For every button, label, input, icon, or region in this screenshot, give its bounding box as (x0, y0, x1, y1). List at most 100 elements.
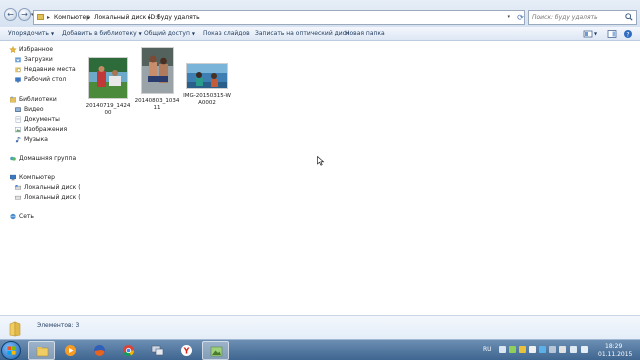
details-pane: Элементов: 3 (0, 315, 640, 339)
command-bar: Упорядочить ▼ Добавить в библиотеку ▼ Общи… (0, 27, 640, 41)
breadcrumb-computer[interactable]: Компьютер (54, 14, 90, 21)
photo-thumbnail-image (142, 48, 173, 93)
documents-library-icon (15, 116, 21, 123)
homegroup-icon (10, 156, 16, 161)
file-item[interactable]: 20140803_103411 (133, 47, 181, 111)
organize-menu[interactable]: Упорядочить ▼ (8, 30, 54, 37)
computer-icon (10, 174, 16, 181)
add-to-library-menu[interactable]: Добавить в библиотеку ▼ (62, 30, 142, 37)
forward-arrow-icon: → (21, 10, 28, 19)
explorer-icon (36, 347, 49, 357)
firefox-icon (94, 345, 105, 356)
start-button[interactable] (1, 341, 21, 360)
file-item[interactable]: IMG-20150315-WA0002 (183, 63, 231, 123)
nav-local-disk-d-label: Локальный диск (D (24, 194, 86, 201)
nav-computer-label: Компьютер (19, 174, 55, 181)
taskbar-firefox[interactable] (86, 341, 113, 360)
media-player-icon (65, 345, 76, 356)
chevron-right-icon[interactable]: ▸ (47, 14, 50, 21)
photo-thumbnail-image (89, 58, 127, 98)
pictures-library-icon (14, 127, 22, 133)
slideshow-button[interactable]: Показ слайдов (203, 30, 250, 37)
system-tray: RU 18:29 01.11.2015 (478, 340, 640, 360)
navigation-pane: Избранное Загрузки Недавние места Рабочи… (0, 41, 85, 315)
video-library-icon (15, 107, 21, 112)
photo-thumbnail-image (187, 64, 227, 88)
nav-local-disk-c-label: Локальный диск (C (24, 184, 85, 191)
clock-time[interactable]: 18:29 (605, 343, 622, 350)
desktop-icon (15, 77, 21, 83)
back-button[interactable]: ← (4, 8, 17, 21)
add-to-library-label: Добавить в библиотеку (62, 30, 137, 37)
refresh-icon: ⟳ (517, 13, 524, 22)
show-hidden-icons-icon[interactable] (499, 346, 506, 353)
search-input[interactable] (532, 13, 622, 22)
nav-downloads-label: Загрузки (24, 56, 53, 63)
tray-app-icon[interactable] (539, 346, 546, 353)
file-list[interactable]: 20140719_142400 20140803_103411 IMG-2015… (80, 41, 640, 315)
star-icon (9, 46, 17, 53)
organize-label: Упорядочить (8, 30, 49, 37)
photo-thumbnail (186, 63, 228, 89)
downloads-icon (15, 57, 21, 63)
chevron-right-icon[interactable]: ▸ (148, 14, 151, 21)
address-box[interactable]: ▸ Компьютер ▸ Локальный диск (D:) ▸ буду… (33, 10, 525, 25)
network-pc-icon (151, 345, 164, 356)
tray-app-icon[interactable] (509, 346, 516, 353)
taskbar-media-player[interactable] (57, 341, 84, 360)
language-indicator[interactable]: RU (483, 346, 492, 353)
chrome-icon (123, 345, 135, 357)
tray-app-icon[interactable] (529, 346, 536, 353)
drive-d-icon (14, 195, 22, 200)
tray-app-icon[interactable] (549, 346, 556, 353)
file-name: 20140719_142400 (85, 103, 131, 116)
chevron-down-icon: ▼ (138, 31, 142, 36)
address-row: ← → ▾ ▸ Компьютер ▸ Локальный диск (D:) … (0, 0, 640, 27)
nav-music-label: Музыка (24, 136, 48, 143)
file-name: IMG-20150315-WA0002 (183, 93, 231, 106)
nav-video-label: Видео (24, 106, 44, 113)
network-icon (10, 213, 16, 220)
taskbar-image-viewer[interactable] (202, 341, 229, 360)
clock-date[interactable]: 01.11.2015 (598, 351, 632, 358)
search-icon[interactable] (625, 13, 633, 21)
refresh-button[interactable]: ⟳ (515, 11, 526, 24)
chevron-down-icon: ▼ (50, 31, 55, 36)
preview-pane-icon[interactable] (607, 29, 617, 39)
taskbar-chrome[interactable] (115, 341, 142, 360)
photo-thumbnail (141, 47, 174, 94)
file-name: 20140803_103411 (134, 98, 180, 111)
new-folder-button[interactable]: Новая папка (345, 30, 385, 37)
network-status-icon[interactable] (570, 346, 577, 353)
tray-app-icon[interactable] (519, 346, 526, 353)
chevron-right-icon[interactable]: ▸ (87, 14, 90, 21)
music-library-icon (15, 137, 21, 143)
nav-pictures-label: Изображения (24, 126, 68, 133)
taskbar: Y RU 18:29 01.11.2015 (0, 339, 640, 360)
image-viewer-icon (210, 346, 223, 357)
help-icon[interactable]: ? (623, 29, 633, 39)
view-options-icon[interactable] (583, 29, 593, 39)
taskbar-explorer[interactable] (28, 341, 55, 360)
burn-button[interactable]: Записать на оптический диск (255, 30, 350, 37)
folder-icon (37, 14, 44, 20)
nav-recent-places-label: Недавние места (24, 66, 76, 73)
action-center-flag-icon[interactable] (559, 346, 566, 353)
search-box[interactable] (528, 10, 637, 25)
item-count: Элементов: 3 (37, 322, 80, 329)
recent-places-icon (15, 67, 21, 73)
share-menu[interactable]: Общий доступ ▼ (144, 30, 195, 37)
view-dropdown-icon[interactable]: ▼ (594, 31, 597, 36)
file-item[interactable]: 20140719_142400 (84, 57, 132, 117)
address-dropdown-icon[interactable]: ▾ (507, 14, 510, 20)
folder-details-icon (9, 321, 21, 337)
taskbar-yandex-browser[interactable]: Y (173, 341, 200, 360)
libraries-icon (10, 96, 16, 103)
forward-button[interactable]: → (18, 8, 31, 21)
nav-favorites-label: Избранное (19, 46, 54, 53)
chevron-down-icon: ▼ (191, 31, 195, 36)
windows-logo-icon (7, 346, 16, 355)
breadcrumb-current-folder[interactable]: буду удалять (157, 14, 200, 21)
volume-icon[interactable] (581, 346, 588, 353)
taskbar-network-pc[interactable] (144, 341, 171, 360)
